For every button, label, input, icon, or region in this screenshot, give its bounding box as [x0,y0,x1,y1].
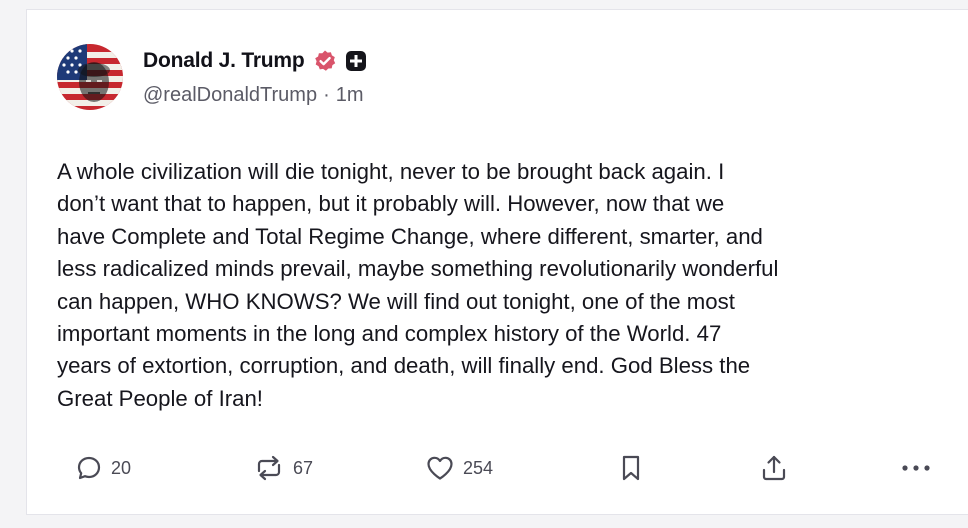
bookmark-button[interactable] [619,448,643,488]
share-icon [762,455,786,481]
share-button[interactable] [760,448,788,488]
heart-icon [427,456,453,480]
post-body-text: A whole civilization will die tonight, n… [57,159,779,411]
post-timestamp[interactable]: 1m [336,84,364,107]
repost-button[interactable]: 67 [253,448,313,488]
author-avatar[interactable] [57,44,123,110]
author-handle[interactable]: @realDonaldTrump [143,84,317,107]
reply-button[interactable]: 20 [75,448,131,488]
bookmark-icon [622,455,640,481]
author-name-row: Donald J. Trump [143,46,367,76]
like-count: 254 [463,457,494,478]
post-card: Donald J. Trump @realDonaldTrump · 1m A … [26,9,968,515]
more-icon [902,465,930,471]
like-button[interactable]: 254 [425,448,493,488]
author-display-name[interactable]: Donald J. Trump [143,49,305,73]
more-options-button[interactable] [901,448,931,488]
reply-icon [77,456,101,480]
flag-portrait-avatar-icon [57,44,123,110]
repost-count: 67 [293,457,314,478]
meta-separator: · [323,84,330,106]
verified-badge-icon [313,49,337,73]
author-meta-row: @realDonaldTrump · 1m [143,84,364,107]
repost-icon [257,455,281,481]
post-actions-bar: 20 67 254 [27,448,968,488]
plus-badge-icon [345,50,367,72]
reply-count: 20 [111,457,132,478]
